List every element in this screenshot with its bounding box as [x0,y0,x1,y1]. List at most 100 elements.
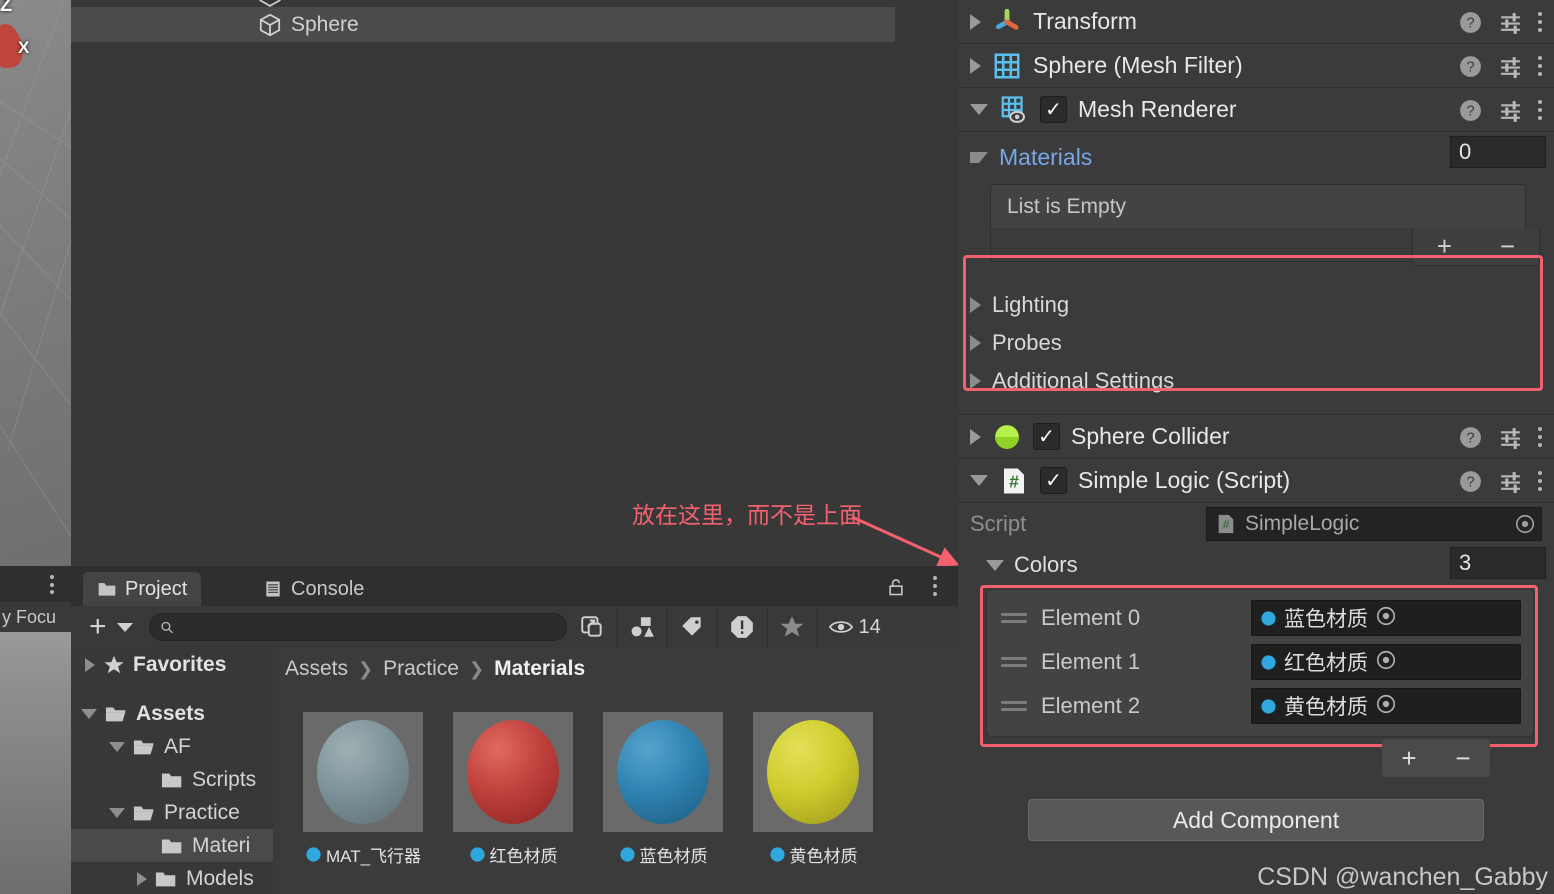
inspector-panel[interactable]: Transform ? Sphere (Mesh Filter) ? ✓ Mes… [958,0,1554,894]
hierarchy-row-sphere[interactable]: Sphere [71,7,895,42]
tab-console[interactable]: Console [249,572,378,606]
tree-item-scripts[interactable]: Scripts [71,763,273,796]
tree-item-materials[interactable]: Materi [71,829,273,862]
search-field[interactable] [148,613,567,641]
project-content-area[interactable]: Assets ❯ Practice ❯ Materials MAT_飞行器 红色… [273,648,958,894]
chevron-right-icon[interactable] [970,57,981,74]
array-element-row[interactable]: Element 2 黄色材质 [987,684,1533,728]
component-enabled-checkbox[interactable]: ✓ [1040,467,1067,494]
help-icon[interactable]: ? [1458,425,1483,450]
project-panel[interactable]: Project Console + 14 Favorites Assets AF… [71,566,958,894]
chevron-right-icon[interactable] [970,428,981,445]
asset-thumbnail[interactable] [453,712,573,832]
colors-add-button[interactable]: + [1401,743,1416,774]
open-in-new-button[interactable] [567,606,617,648]
element-object-field[interactable]: 黄色材质 [1251,688,1521,724]
object-picker-button[interactable] [1375,605,1397,632]
tree-item-models[interactable]: Models [71,862,273,894]
colors-remove-button[interactable]: − [1455,743,1470,774]
breadcrumb-item-practice[interactable]: Practice [383,657,459,681]
additional-settings-foldout[interactable]: Additional Settings [958,362,1554,400]
help-icon[interactable]: ? [1458,54,1483,79]
lighting-foldout[interactable]: Lighting [958,286,1554,324]
tree-item-assets[interactable]: Assets [71,697,273,730]
chevron-right-icon[interactable] [970,373,981,389]
chevron-right-icon[interactable] [970,13,981,30]
materials-add-button[interactable]: + [1437,231,1452,262]
chevron-down-icon[interactable] [109,741,125,752]
component-header-simple-logic[interactable]: # ✓ Simple Logic (Script) ? [958,459,1554,503]
component-enabled-checkbox[interactable]: ✓ [1040,96,1067,123]
colors-size-field[interactable]: 3 [1450,547,1546,579]
preset-icon[interactable] [1498,54,1523,79]
asset-item[interactable]: MAT_飞行器 [303,712,423,867]
chevron-right-icon[interactable] [970,335,981,351]
preset-icon[interactable] [1498,469,1523,494]
kebab-icon[interactable] [1538,471,1542,491]
preset-icon[interactable] [1498,425,1523,450]
kebab-icon[interactable] [1538,100,1542,120]
chevron-down-icon[interactable] [970,104,988,115]
create-asset-button[interactable]: + [89,612,107,642]
kebab-icon[interactable] [1538,12,1542,32]
filter-warning-button[interactable] [716,606,767,648]
chevron-down-icon[interactable] [970,475,988,486]
preset-icon[interactable] [1498,10,1523,35]
asset-item[interactable]: 蓝色材质 [603,712,723,867]
chevron-right-icon[interactable] [137,871,147,886]
asset-thumbnail[interactable] [303,712,423,832]
scene-view[interactable]: Z X [0,0,71,566]
materials-remove-button[interactable]: − [1500,231,1515,262]
array-element-row[interactable]: Element 1 红色材质 [987,640,1533,684]
array-element-row[interactable]: Element 0 蓝色材质 [987,596,1533,640]
filter-favorites-button[interactable] [766,606,817,648]
chevron-down-icon[interactable] [81,708,97,719]
chevron-right-icon[interactable] [970,297,981,313]
script-object-field[interactable]: # SimpleLogic [1206,507,1542,541]
materials-foldout-row[interactable]: Materials 0 [958,136,1554,176]
object-picker-button[interactable] [1375,649,1397,676]
component-header-mesh-renderer[interactable]: ✓ Mesh Renderer ? [958,88,1554,132]
help-icon[interactable]: ? [1458,10,1483,35]
asset-item[interactable]: 黄色材质 [753,712,873,867]
game-view-render[interactable] [0,632,71,894]
filter-by-type-button[interactable] [616,606,667,648]
chevron-down-icon[interactable] [116,622,133,632]
chevron-right-icon[interactable] [85,657,95,672]
drag-handle-icon[interactable] [1001,613,1027,623]
visible-assets-counter[interactable]: 14 [816,606,893,648]
breadcrumb-item-materials[interactable]: Materials [494,657,585,681]
drag-handle-icon[interactable] [1001,657,1027,667]
drag-handle-icon[interactable] [1001,701,1027,711]
help-icon[interactable]: ? [1458,469,1483,494]
component-header-sphere-collider[interactable]: ✓ Sphere Collider ? [958,415,1554,459]
materials-size-field[interactable]: 0 [1450,136,1546,168]
asset-thumbnail[interactable] [753,712,873,832]
kebab-icon[interactable] [933,576,937,596]
object-picker-button[interactable] [1375,693,1397,720]
object-picker-button[interactable] [1511,510,1539,538]
component-enabled-checkbox[interactable]: ✓ [1033,423,1060,450]
materials-section[interactable]: Materials 0 List is Empty + − [958,132,1554,391]
kebab-icon[interactable] [1538,427,1542,447]
tree-item-favorites[interactable]: Favorites [71,648,273,681]
probes-foldout[interactable]: Probes [958,324,1554,362]
component-header-mesh-filter[interactable]: Sphere (Mesh Filter) ? [958,44,1554,88]
filter-by-label-button[interactable] [666,606,717,648]
tab-project[interactable]: Project [83,572,202,606]
chevron-down-icon[interactable] [986,559,1004,571]
kebab-icon[interactable] [1538,56,1542,76]
element-object-field[interactable]: 红色材质 [1251,644,1521,680]
help-icon[interactable]: ? [1458,98,1483,123]
unlock-icon[interactable] [886,576,906,598]
search-input[interactable] [180,618,556,636]
tree-item-af[interactable]: AF [71,730,273,763]
tree-item-practice[interactable]: Practice [71,796,273,829]
preset-icon[interactable] [1498,98,1523,123]
asset-item[interactable]: 红色材质 [453,712,573,867]
element-object-field[interactable]: 蓝色材质 [1251,600,1521,636]
kebab-icon[interactable] [50,575,54,594]
colors-foldout-row[interactable]: Colors 3 [958,545,1554,585]
asset-thumbnail[interactable] [603,712,723,832]
chevron-down-icon[interactable] [970,151,988,163]
